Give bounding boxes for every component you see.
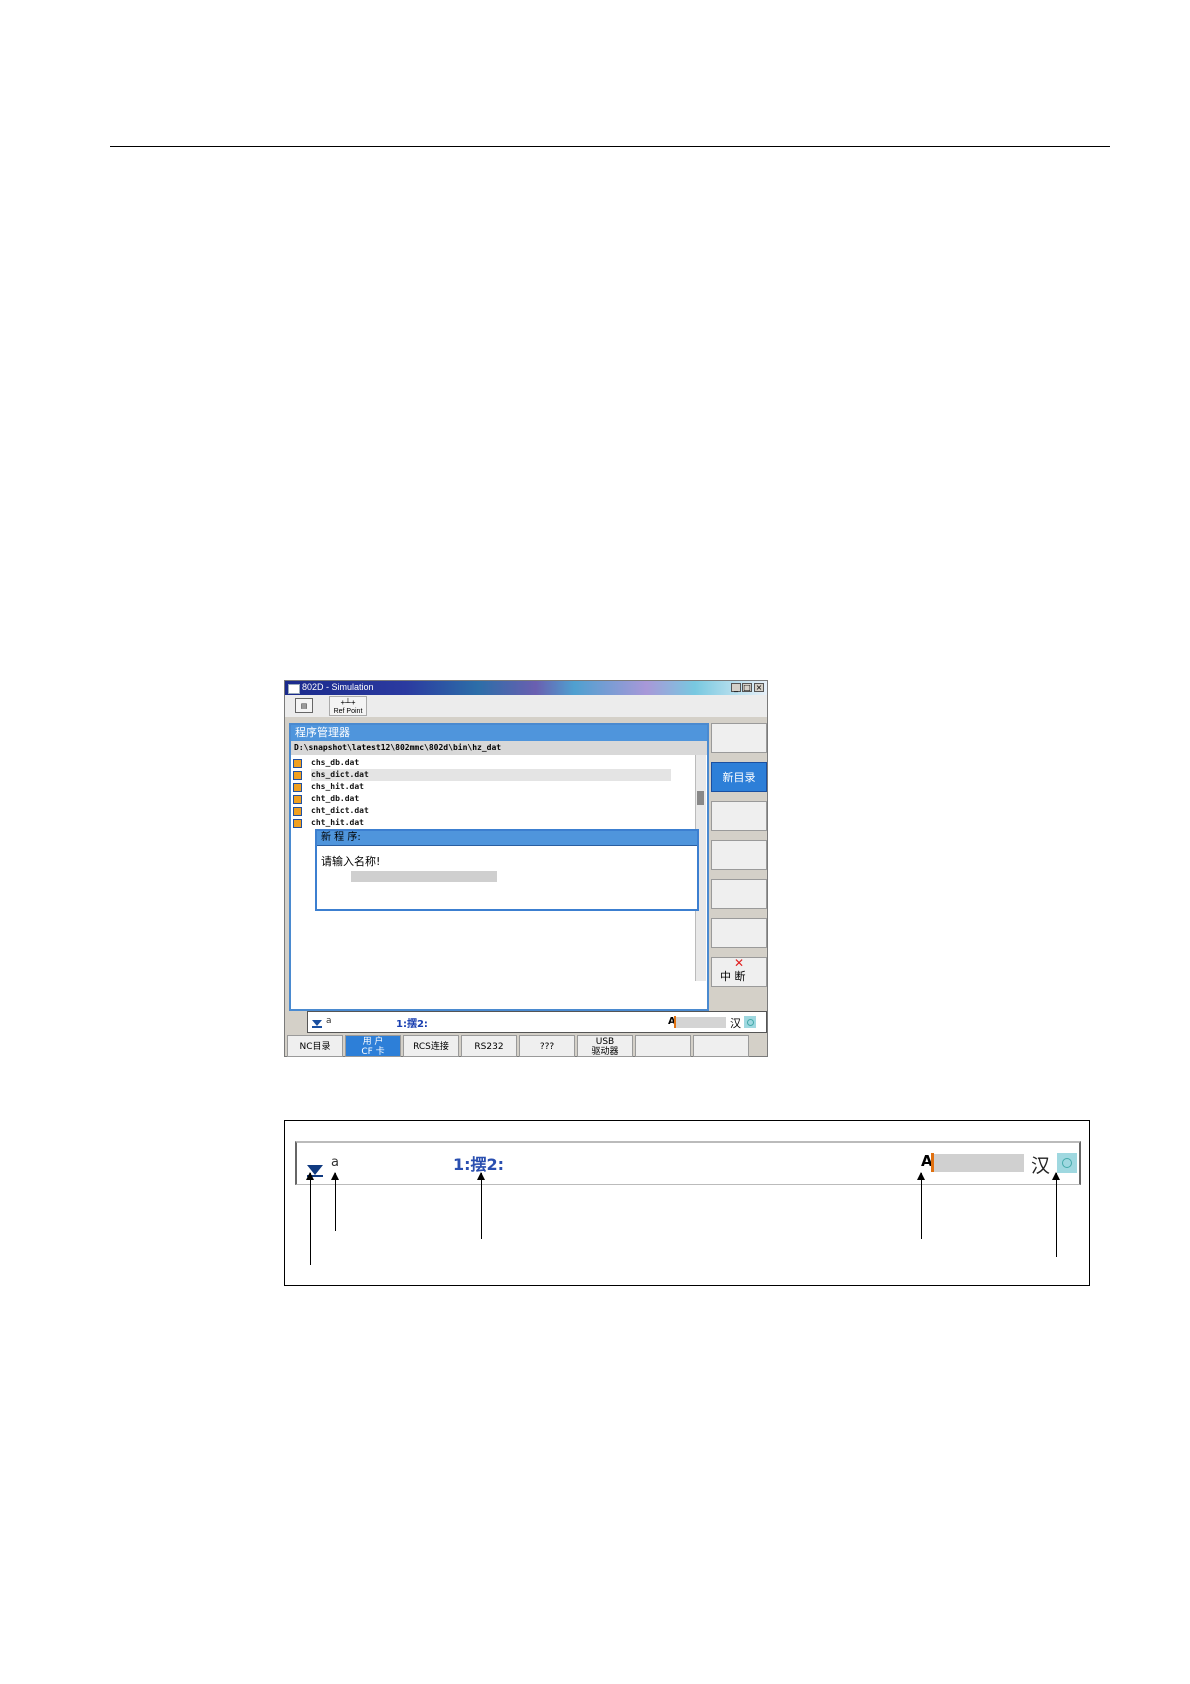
cancel-label: 中 断 [720, 970, 746, 983]
ime-toggle-icon [1057, 1153, 1077, 1173]
new-program-dialog: 新 程 序: 请输入名称! [315, 829, 699, 911]
softkey-4[interactable] [711, 840, 767, 870]
rs232-button[interactable]: RS232 [461, 1035, 517, 1057]
scroll-thumb[interactable] [697, 791, 704, 805]
callout-arrow-mode [331, 1172, 339, 1231]
dialog-title: 新 程 序: [317, 831, 697, 846]
vertical-softkeys: 新目录 ✕ 中 断 [711, 723, 767, 996]
callout-arrow-caps [917, 1172, 925, 1239]
file-icon [293, 795, 302, 804]
name-input[interactable] [351, 871, 497, 882]
machine-icon[interactable]: ▤ [295, 698, 313, 713]
close-button[interactable]: × [754, 683, 764, 692]
page-rule [110, 146, 1110, 147]
softkey-1[interactable] [711, 723, 767, 753]
list-item[interactable]: cht_hit.dat [291, 817, 695, 829]
magnified-status-bar: a 1:摆2: A 汉 [295, 1141, 1081, 1185]
list-item[interactable]: chs_db.dat [291, 757, 695, 769]
input-status-bar: a 1:摆2: A 汉 [307, 1011, 767, 1033]
file-icon [293, 783, 302, 792]
dialog-prompt: 请输入名称! [321, 855, 381, 868]
input-mode: a [331, 1155, 339, 1170]
hkey-7[interactable] [635, 1035, 691, 1057]
new-directory-button[interactable]: 新目录 [711, 762, 767, 792]
list-item[interactable]: chs_dict.dat [291, 769, 695, 781]
horizontal-softkeys: NC目录 用 户 CF 卡 RCS连接 RS232 ??? USB 驱动器 [287, 1035, 767, 1057]
cancel-button[interactable]: ✕ 中 断 [711, 956, 767, 987]
toolbar: ▤ +┴+ Ref Point [285, 695, 767, 717]
maximize-button[interactable]: □ [742, 683, 752, 692]
file-list: chs_db.dat chs_dict.dat chs_hit.dat cht_… [291, 757, 695, 829]
chinese-mode-indicator: 汉 [1031, 1155, 1051, 1177]
title-bar: 802D - Simulation _ □ × [285, 681, 767, 695]
candidate-list[interactable]: 1:摆2: [396, 1015, 428, 1030]
caps-field [676, 1017, 726, 1028]
ref-point-button[interactable]: +┴+ Ref Point [329, 696, 367, 716]
caps-field [934, 1154, 1024, 1172]
app-icon [288, 684, 300, 694]
hkey-8[interactable] [693, 1035, 749, 1057]
panel-title: 程序管理器 [291, 725, 707, 741]
file-icon [293, 759, 302, 768]
input-mode: a [326, 1016, 332, 1026]
usb-drive-button[interactable]: USB 驱动器 [577, 1035, 633, 1057]
list-item[interactable]: cht_db.dat [291, 793, 695, 805]
chinese-mode-indicator[interactable]: 汉 [730, 1015, 741, 1031]
nc-directory-button[interactable]: NC目录 [287, 1035, 343, 1057]
softkey-5[interactable] [711, 879, 767, 909]
callout-arrow-ime [1052, 1172, 1060, 1257]
unknown-button[interactable]: ??? [519, 1035, 575, 1057]
ime-toggle-icon[interactable] [744, 1016, 756, 1028]
ref-point-icon: +┴+ [340, 698, 356, 707]
list-item[interactable]: cht_dict.dat [291, 805, 695, 817]
window-title: 802D - Simulation [302, 682, 374, 692]
path-bar: D:\snapshot\latest12\802mmc\802d\bin\hz_… [291, 741, 707, 755]
program-manager-panel: 程序管理器 D:\snapshot\latest12\802mmc\802d\b… [289, 723, 709, 1011]
file-icon [293, 807, 302, 816]
callout-arrow-dropdown [306, 1172, 314, 1265]
minimize-button[interactable]: _ [731, 683, 741, 692]
file-icon [293, 771, 302, 780]
list-item[interactable]: chs_hit.dat [291, 781, 695, 793]
callout-arrow-candidates [477, 1172, 485, 1239]
cancel-icon: ✕ [734, 956, 745, 970]
ref-point-label: Ref Point [333, 708, 363, 715]
file-icon [293, 819, 302, 828]
softkey-3[interactable] [711, 801, 767, 831]
softkey-6[interactable] [711, 918, 767, 948]
rcs-connect-button[interactable]: RCS连接 [403, 1035, 459, 1057]
magnified-status-figure: a 1:摆2: A 汉 [284, 1120, 1090, 1286]
simulation-window: 802D - Simulation _ □ × ▤ +┴+ Ref Point … [284, 680, 768, 1057]
dropdown-icon-base [312, 1026, 322, 1028]
user-cf-card-button[interactable]: 用 户 CF 卡 [345, 1035, 401, 1057]
